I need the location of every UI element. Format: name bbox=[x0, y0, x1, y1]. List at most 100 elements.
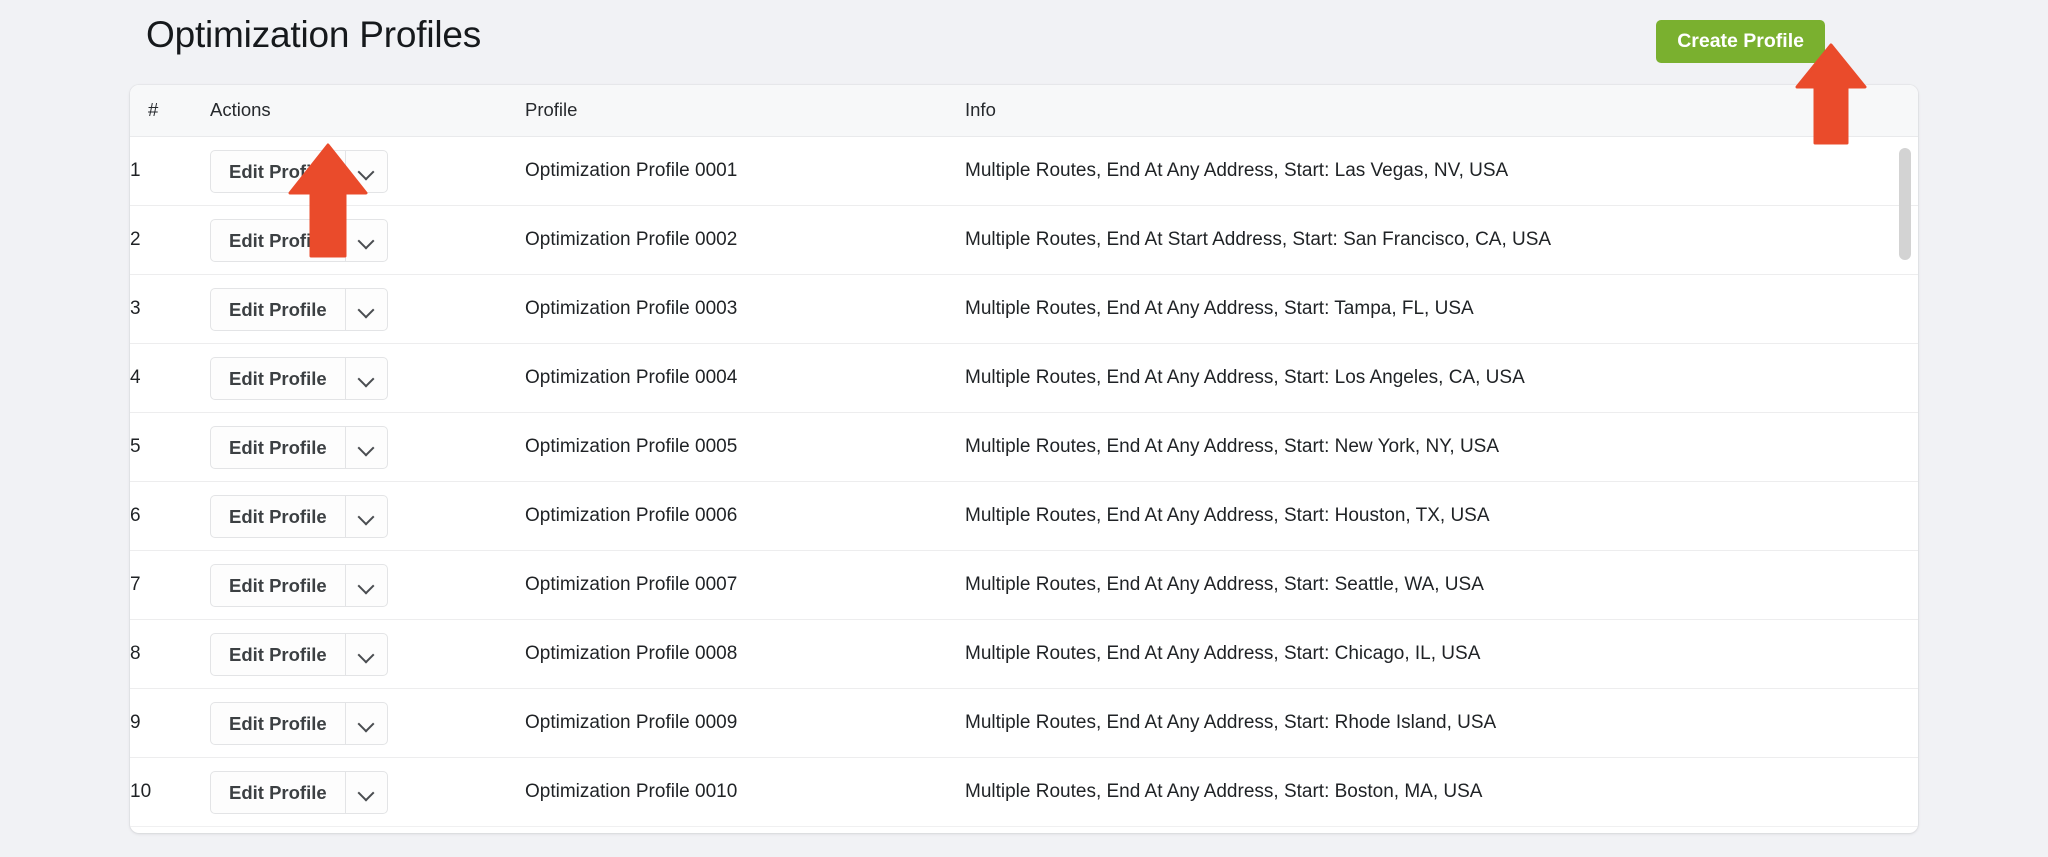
edit-profile-button-group: Edit Profile bbox=[210, 356, 388, 400]
edit-profile-button-group: Edit Profile bbox=[210, 149, 388, 193]
chevron-down-glyph bbox=[357, 301, 375, 319]
chevron-down-icon[interactable] bbox=[344, 563, 388, 607]
edit-profile-button-group: Edit Profile bbox=[210, 563, 388, 607]
edit-profile-button-group: Edit Profile bbox=[210, 287, 388, 331]
row-info: Multiple Routes, End At Any Address, Sta… bbox=[965, 343, 1918, 413]
chevron-down-icon[interactable] bbox=[344, 632, 388, 676]
row-info: Multiple Routes, End At Any Address, Sta… bbox=[965, 757, 1918, 827]
chevron-down-icon[interactable] bbox=[344, 149, 388, 193]
row-number: 3 bbox=[130, 274, 210, 344]
chevron-down-glyph bbox=[357, 370, 375, 388]
edit-profile-button[interactable]: Edit Profile bbox=[210, 287, 345, 331]
row-info: Multiple Routes, End At Any Address, Sta… bbox=[965, 412, 1918, 482]
table-row: 9 Edit Profile Optimization Profile 0009 Mu… bbox=[130, 688, 1918, 758]
page-root: Optimization Profiles Create Profile # A… bbox=[0, 0, 2048, 857]
table-scrollbar-thumb[interactable] bbox=[1899, 148, 1911, 260]
chevron-down-glyph bbox=[357, 163, 375, 181]
row-info: Multiple Routes, End At Any Address, Sta… bbox=[965, 619, 1918, 689]
chevron-down-icon[interactable] bbox=[344, 218, 388, 262]
create-profile-button[interactable]: Create Profile bbox=[1656, 20, 1825, 63]
chevron-down-icon[interactable] bbox=[344, 701, 388, 745]
edit-profile-button-group: Edit Profile bbox=[210, 425, 388, 469]
page-header: Optimization Profiles Create Profile bbox=[130, 8, 1920, 70]
row-info: Multiple Routes, End At Any Address, Sta… bbox=[965, 274, 1918, 344]
row-number: 6 bbox=[130, 481, 210, 551]
table-row: 6 Edit Profile Optimization Profile 0006 Mu… bbox=[130, 481, 1918, 551]
table-header-row: # Actions Profile Info bbox=[130, 85, 1918, 137]
row-number: 9 bbox=[130, 688, 210, 758]
row-profile-name: Optimization Profile 0001 bbox=[525, 136, 965, 206]
edit-profile-button[interactable]: Edit Profile bbox=[210, 632, 345, 676]
row-actions-cell: Edit Profile bbox=[210, 412, 525, 482]
table-row: 1 Edit Profile Optimization Profile 0001 Mu… bbox=[130, 136, 1918, 206]
column-header-profile: Profile bbox=[525, 85, 965, 137]
edit-profile-button-group: Edit Profile bbox=[210, 494, 388, 538]
chevron-down-icon[interactable] bbox=[344, 287, 388, 331]
row-profile-name: Optimization Profile 0005 bbox=[525, 412, 965, 482]
profiles-table-card: # Actions Profile Info 1 Edit Profile Opti… bbox=[130, 85, 1918, 833]
table-row: 10 Edit Profile Optimization Profile 0010 M… bbox=[130, 757, 1918, 827]
row-profile-name: Optimization Profile 0008 bbox=[525, 619, 965, 689]
table-row: 8 Edit Profile Optimization Profile 0008 Mu… bbox=[130, 619, 1918, 689]
edit-profile-button[interactable]: Edit Profile bbox=[210, 494, 345, 538]
chevron-down-icon[interactable] bbox=[344, 770, 388, 814]
table-body: 1 Edit Profile Optimization Profile 0001 Mu… bbox=[130, 136, 1918, 827]
row-profile-name: Optimization Profile 0006 bbox=[525, 481, 965, 551]
row-info: Multiple Routes, End At Any Address, Sta… bbox=[965, 136, 1918, 206]
row-number: 4 bbox=[130, 343, 210, 413]
chevron-down-glyph bbox=[357, 646, 375, 664]
chevron-down-glyph bbox=[357, 577, 375, 595]
chevron-down-glyph bbox=[357, 232, 375, 250]
chevron-down-icon[interactable] bbox=[344, 494, 388, 538]
edit-profile-button[interactable]: Edit Profile bbox=[210, 149, 345, 193]
column-header-actions: Actions bbox=[210, 85, 525, 137]
row-profile-name: Optimization Profile 0002 bbox=[525, 205, 965, 275]
row-number: 10 bbox=[130, 757, 210, 827]
table-row: 4 Edit Profile Optimization Profile 0004 Mu… bbox=[130, 343, 1918, 413]
table-header: # Actions Profile Info bbox=[130, 85, 1918, 137]
row-actions-cell: Edit Profile bbox=[210, 343, 525, 413]
chevron-down-icon[interactable] bbox=[344, 425, 388, 469]
row-profile-name: Optimization Profile 0004 bbox=[525, 343, 965, 413]
row-profile-name: Optimization Profile 0010 bbox=[525, 757, 965, 827]
row-number: 1 bbox=[130, 136, 210, 206]
column-header-info: Info bbox=[965, 85, 1918, 137]
edit-profile-button-group: Edit Profile bbox=[210, 701, 388, 745]
edit-profile-button[interactable]: Edit Profile bbox=[210, 425, 345, 469]
row-profile-name: Optimization Profile 0009 bbox=[525, 688, 965, 758]
optimization-profiles-table: # Actions Profile Info 1 Edit Profile Opti… bbox=[130, 85, 1918, 827]
row-number: 2 bbox=[130, 205, 210, 275]
row-number: 8 bbox=[130, 619, 210, 689]
row-actions-cell: Edit Profile bbox=[210, 619, 525, 689]
table-row: 5 Edit Profile Optimization Profile 0005 Mu… bbox=[130, 412, 1918, 482]
row-actions-cell: Edit Profile bbox=[210, 274, 525, 344]
row-number: 5 bbox=[130, 412, 210, 482]
table-row: 3 Edit Profile Optimization Profile 0003 Mu… bbox=[130, 274, 1918, 344]
row-info: Multiple Routes, End At Any Address, Sta… bbox=[965, 550, 1918, 620]
chevron-down-icon[interactable] bbox=[344, 356, 388, 400]
edit-profile-button[interactable]: Edit Profile bbox=[210, 770, 345, 814]
edit-profile-button[interactable]: Edit Profile bbox=[210, 563, 345, 607]
table-row: 2 Edit Profile Optimization Profile 0002 Mu… bbox=[130, 205, 1918, 275]
chevron-down-glyph bbox=[357, 784, 375, 802]
edit-profile-button[interactable]: Edit Profile bbox=[210, 701, 345, 745]
row-number: 7 bbox=[130, 550, 210, 620]
row-actions-cell: Edit Profile bbox=[210, 481, 525, 551]
chevron-down-glyph bbox=[357, 715, 375, 733]
row-profile-name: Optimization Profile 0007 bbox=[525, 550, 965, 620]
table-scrollbar-track[interactable] bbox=[1899, 143, 1911, 825]
row-actions-cell: Edit Profile bbox=[210, 550, 525, 620]
row-info: Multiple Routes, End At Start Address, S… bbox=[965, 205, 1918, 275]
column-header-number: # bbox=[130, 85, 210, 137]
row-actions-cell: Edit Profile bbox=[210, 205, 525, 275]
chevron-down-glyph bbox=[357, 439, 375, 457]
edit-profile-button[interactable]: Edit Profile bbox=[210, 218, 345, 262]
edit-profile-button-group: Edit Profile bbox=[210, 218, 388, 262]
row-actions-cell: Edit Profile bbox=[210, 136, 525, 206]
row-info: Multiple Routes, End At Any Address, Sta… bbox=[965, 481, 1918, 551]
chevron-down-glyph bbox=[357, 508, 375, 526]
edit-profile-button-group: Edit Profile bbox=[210, 770, 388, 814]
table-row: 7 Edit Profile Optimization Profile 0007 Mu… bbox=[130, 550, 1918, 620]
edit-profile-button[interactable]: Edit Profile bbox=[210, 356, 345, 400]
page-title: Optimization Profiles bbox=[146, 14, 482, 55]
